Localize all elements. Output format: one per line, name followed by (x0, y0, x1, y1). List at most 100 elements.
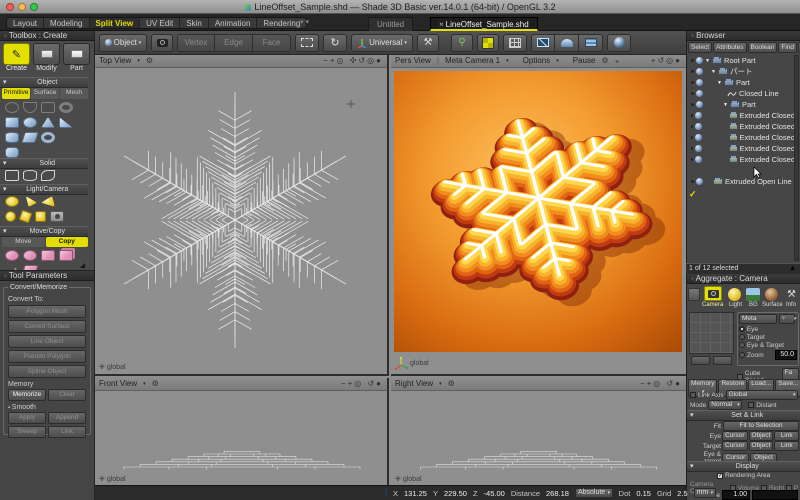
target-link-button[interactable]: Link (774, 441, 799, 451)
eye-object-button[interactable]: Object (749, 431, 774, 441)
tab-layout[interactable]: Layout (7, 18, 44, 28)
preview-button-right[interactable] (713, 356, 732, 365)
orbit-icon[interactable]: ↺ (367, 379, 376, 388)
render-toggle[interactable] (696, 68, 703, 75)
figure-tool-button[interactable]: ⚲ (451, 34, 473, 52)
tree-row[interactable]: ▼パート (687, 66, 795, 77)
close-tab-icon[interactable]: × (439, 20, 444, 29)
zoom-out-icon[interactable]: − (640, 379, 647, 388)
wireframe-display-button[interactable] (531, 34, 555, 52)
smooth-append-button[interactable]: Append (48, 412, 86, 424)
zoom-value-field[interactable]: 50.0 (775, 350, 797, 360)
viewport-title[interactable]: Front View (99, 378, 137, 390)
primitive-cone-icon[interactable] (41, 117, 55, 128)
toolbox-create-button[interactable]: ✎ Create (3, 43, 30, 76)
universal-manipulator-button[interactable]: Universal▾ (351, 34, 413, 52)
convert-curved-surface-button[interactable]: Curved Surface (8, 320, 86, 333)
convert-pseudo-polygon-button[interactable]: Pseudo Polygon (8, 350, 86, 363)
browser-scrollbar[interactable] (794, 55, 799, 261)
unit-dropdown[interactable]: mm ▾ (694, 488, 716, 498)
preview-button-left[interactable] (691, 356, 710, 365)
visibility-dot[interactable] (691, 147, 694, 150)
front-view-header[interactable]: Front View▾ ⚙ −+◎ ↺● (95, 378, 387, 391)
hiddenline-display-button[interactable] (555, 34, 579, 52)
convert-polygon-mesh-button[interactable]: Polygon Mesh (8, 305, 86, 318)
pose-tool-button[interactable]: ⚒ (417, 34, 439, 52)
visibility-dot[interactable] (691, 158, 694, 161)
visibility-dot[interactable] (691, 81, 694, 84)
zoom-tool-icon[interactable]: ◎ (367, 56, 376, 65)
orbit-icon[interactable]: ↺ (666, 379, 675, 388)
distant-checkbox[interactable] (748, 402, 754, 408)
display-header[interactable]: ▾Display (687, 461, 800, 472)
primitive-disc-icon[interactable] (5, 102, 19, 113)
scroll-corner-icon[interactable] (80, 263, 85, 268)
move-copy-section-header[interactable]: ▾Move/Copy (0, 226, 88, 237)
target-cursor-button[interactable]: Cursor (722, 441, 748, 451)
camera-mode-button[interactable] (151, 34, 173, 52)
gear-icon[interactable]: ⚙ (152, 378, 159, 390)
smooth-sweep-button[interactable]: Sweep (8, 426, 46, 438)
tree-row[interactable]: ▼Root Part (687, 55, 795, 66)
tree-row[interactable]: Extruded Closed (687, 132, 795, 143)
render-preview-button[interactable] (607, 34, 631, 52)
area-light-icon[interactable] (35, 211, 46, 222)
view-menu-icon[interactable]: ● (675, 56, 682, 65)
primitive-cube-icon[interactable] (5, 117, 19, 128)
object-section-header[interactable]: ▾Object (0, 77, 88, 88)
tab-modeling[interactable]: Modeling (44, 18, 89, 28)
expand-icon[interactable]: ▼ (705, 58, 710, 64)
clear-button[interactable]: Clear (48, 389, 86, 401)
visibility-dot[interactable] (691, 125, 694, 128)
eye-radio[interactable] (739, 326, 745, 332)
render-toggle[interactable] (695, 112, 701, 119)
render-toggle[interactable] (696, 90, 703, 97)
view-menu-icon[interactable]: ● (376, 56, 383, 65)
tab-split-view[interactable]: Split View (90, 18, 141, 28)
right-view-canvas[interactable] (391, 391, 686, 486)
smooth-apply-button[interactable]: Apply (8, 412, 46, 424)
tab-uv-edit[interactable]: UV Edit (140, 18, 180, 28)
primitive-plane-icon[interactable] (21, 132, 39, 143)
tab-overflow-icon[interactable]: ▾ ▾ (300, 18, 309, 26)
light-camera-section-header[interactable]: ▾Light/Camera (0, 184, 88, 195)
primitive-wedge-icon[interactable] (59, 117, 73, 128)
pers-view-header[interactable]: Pers View| Meta Camera 1▾ Options▾ Pause… (391, 55, 686, 68)
spot-light-icon[interactable] (23, 196, 37, 207)
visibility-dot[interactable] (691, 92, 694, 95)
viewport-title[interactable]: Pers View (395, 55, 431, 67)
pause-button[interactable]: Pause (573, 55, 596, 67)
set-link-header[interactable]: ▾Set & Link (687, 410, 800, 421)
copy-rotate-icon[interactable] (5, 250, 19, 261)
expand-icon[interactable]: ▼ (717, 80, 722, 86)
collapse-icon[interactable]: ▲ (789, 264, 796, 274)
mode-dropdown[interactable]: Normal ▾ (708, 400, 742, 410)
tab-copy[interactable]: Copy (46, 237, 89, 247)
view-menu-icon[interactable]: ● (376, 379, 383, 388)
primitive-ring-icon[interactable] (59, 102, 73, 113)
visibility-dot[interactable] (691, 103, 694, 106)
toolbox-modify-button[interactable]: Modify (33, 43, 60, 76)
surface-tab[interactable] (765, 288, 778, 301)
browser-boolean-button[interactable]: Boolean (748, 42, 778, 53)
toolbox-header[interactable]: ◦ Toolbox : Create (0, 31, 94, 41)
face-mode-button[interactable]: Face (253, 34, 291, 52)
zoom-radio[interactable] (739, 352, 745, 358)
browser-find-button[interactable]: Find (778, 42, 797, 53)
fit-to-selection-button[interactable]: Fit to Selection (723, 421, 799, 431)
render-toggle[interactable] (696, 57, 703, 64)
document-tab-active[interactable]: ×LineOffset_Sample.shd (430, 17, 538, 31)
convert-line-object-button[interactable]: Line Object (8, 335, 86, 348)
magnifier-icon[interactable]: ◎ (653, 379, 662, 388)
tab-surface[interactable]: Surface (31, 88, 59, 99)
magnifier-icon[interactable]: ◎ (354, 379, 363, 388)
tree-row[interactable]: Extruded Closed (687, 154, 795, 165)
marquee-select-button[interactable] (295, 34, 319, 52)
options-menu[interactable]: Options (523, 55, 551, 67)
joint-tab-icon[interactable] (688, 288, 700, 301)
shaded-display-button[interactable] (579, 34, 603, 52)
target-object-button[interactable]: Object (749, 441, 774, 451)
render-toggle[interactable] (695, 145, 701, 152)
tree-row[interactable]: Extruded Closed (687, 143, 795, 154)
object-mode-button[interactable]: Object▾ (99, 34, 147, 52)
